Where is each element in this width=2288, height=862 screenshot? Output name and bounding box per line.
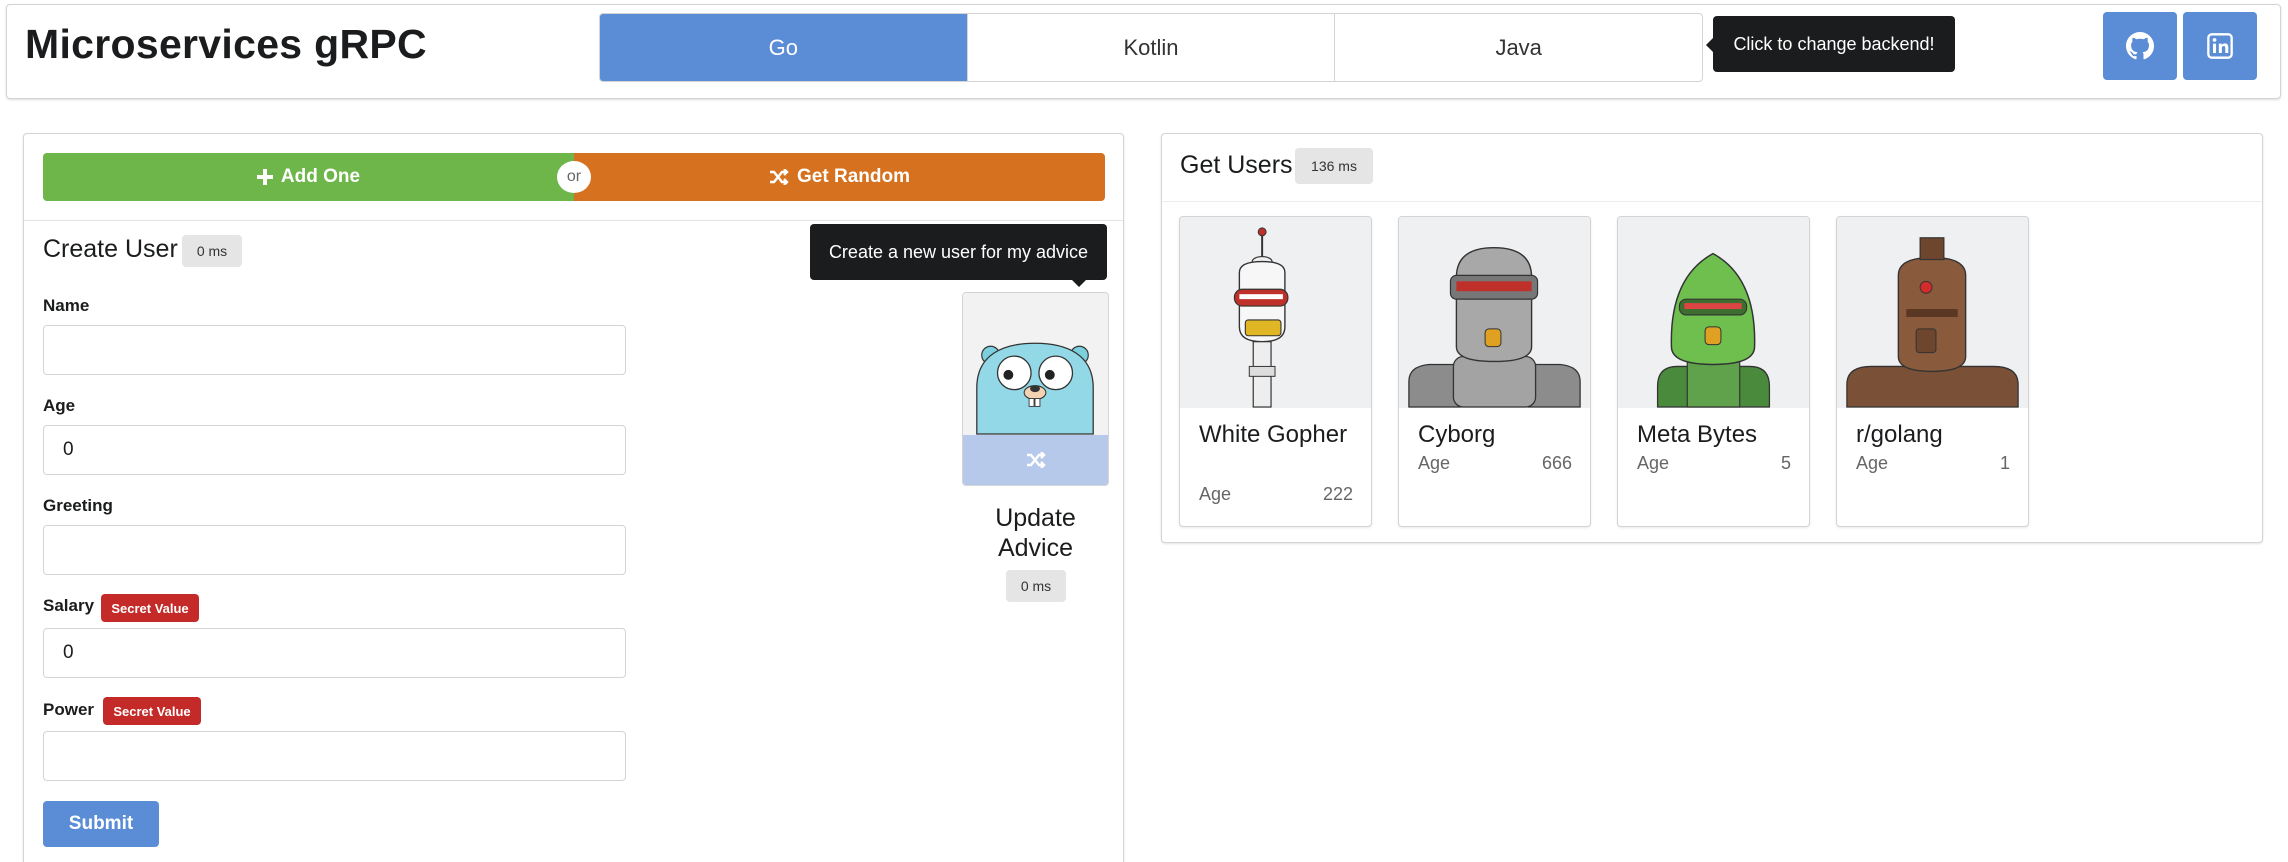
section-divider: [1162, 201, 2262, 202]
user-age-row: Age 5: [1637, 453, 1791, 474]
user-age-row: Age 666: [1418, 453, 1572, 474]
brown-robot-avatar-icon: [1846, 237, 2019, 408]
salary-input[interactable]: [43, 628, 626, 678]
name-label: Name: [43, 296, 90, 315]
salary-label: Salary: [43, 596, 95, 615]
shuffle-icon: [770, 169, 789, 185]
plus-icon: [256, 169, 273, 185]
get-users-panel: Get Users 136 ms White Gopher Age 222 Cy…: [1161, 133, 2263, 543]
backend-selector: Go Kotlin Java: [599, 13, 1703, 82]
age-label: Age: [43, 396, 76, 415]
action-bar: Add One Get Random or: [43, 153, 1105, 201]
user-age-row: Age 1: [1856, 453, 2010, 474]
user-avatar: [1399, 217, 1590, 408]
app-title: Microservices gRPC: [25, 21, 427, 67]
cyborg-robot-avatar-icon: [1408, 246, 1581, 408]
get-users-timing-badge: 136 ms: [1295, 148, 1373, 184]
user-age-row: Age 222: [1199, 484, 1353, 505]
backend-go-button[interactable]: Go: [600, 14, 968, 81]
add-one-button[interactable]: Add One: [43, 153, 574, 201]
greeting-label: Greeting: [43, 496, 113, 515]
name-input[interactable]: [43, 325, 626, 375]
user-card[interactable]: r/golang Age 1: [1836, 216, 2029, 527]
shuffle-icon: [1026, 452, 1046, 468]
create-user-panel: Add One Get Random or Create User 0 ms N…: [23, 133, 1124, 862]
create-user-title: Create User: [43, 235, 178, 263]
advice-tooltip: Create a new user for my advice: [810, 224, 1107, 287]
age-label: Age: [1418, 453, 1451, 473]
age-value: 1: [1999, 453, 2010, 473]
backend-java-button[interactable]: Java: [1335, 14, 1702, 81]
power-label: Power: [43, 700, 95, 719]
advice-timing-badge: 0 ms: [1006, 570, 1066, 602]
github-button[interactable]: [2103, 12, 2177, 80]
advice-shuffle-button[interactable]: [963, 435, 1108, 485]
age-input[interactable]: [43, 425, 626, 475]
backend-kotlin-button[interactable]: Kotlin: [968, 14, 1336, 81]
user-card[interactable]: White Gopher Age 222: [1179, 216, 1372, 527]
linkedin-button[interactable]: [2183, 12, 2257, 80]
gopher-avatar-icon: [976, 342, 1094, 435]
age-value: 5: [1780, 453, 1791, 473]
age-label: Age: [1637, 453, 1670, 473]
green-robot-avatar-icon: [1656, 252, 1771, 408]
age-value: 222: [1322, 484, 1353, 504]
get-random-label: Get Random: [797, 166, 910, 187]
top-header: Microservices gRPC Go Kotlin Java Click …: [6, 4, 2281, 99]
age-value: 666: [1541, 453, 1572, 473]
white-robot-avatar-icon: [1233, 227, 1289, 408]
add-one-label: Add One: [280, 166, 361, 187]
linkedin-icon: [2207, 33, 2233, 59]
get-random-button[interactable]: Get Random: [574, 153, 1105, 201]
power-secret-badge: Secret Value: [103, 697, 201, 725]
advice-card[interactable]: [962, 292, 1109, 486]
age-label: Age: [1199, 484, 1232, 504]
section-divider: [24, 220, 1123, 221]
salary-secret-badge: Secret Value: [101, 594, 199, 622]
user-card[interactable]: Cyborg Age 666: [1398, 216, 1591, 527]
get-users-title: Get Users: [1180, 151, 1293, 179]
update-advice-title: Update Advice: [995, 504, 1076, 562]
greeting-input[interactable]: [43, 525, 626, 575]
or-divider: or: [557, 161, 591, 193]
backend-tooltip: Click to change backend!: [1706, 16, 1955, 72]
user-card[interactable]: Meta Bytes Age 5: [1617, 216, 1810, 527]
user-avatar: [1618, 217, 1809, 408]
power-input[interactable]: [43, 731, 626, 781]
user-avatar: [1180, 217, 1371, 408]
user-name: White Gopher: [1199, 421, 1348, 448]
submit-button[interactable]: Submit: [43, 801, 159, 847]
gopher-image: [963, 293, 1108, 435]
user-avatar: [1837, 217, 2028, 408]
user-name: r/golang: [1856, 421, 1943, 448]
github-icon: [2126, 32, 2154, 60]
age-label: Age: [1856, 453, 1889, 473]
create-user-timing-badge: 0 ms: [182, 235, 242, 267]
user-name: Cyborg: [1418, 421, 1496, 448]
user-name: Meta Bytes: [1637, 421, 1758, 448]
